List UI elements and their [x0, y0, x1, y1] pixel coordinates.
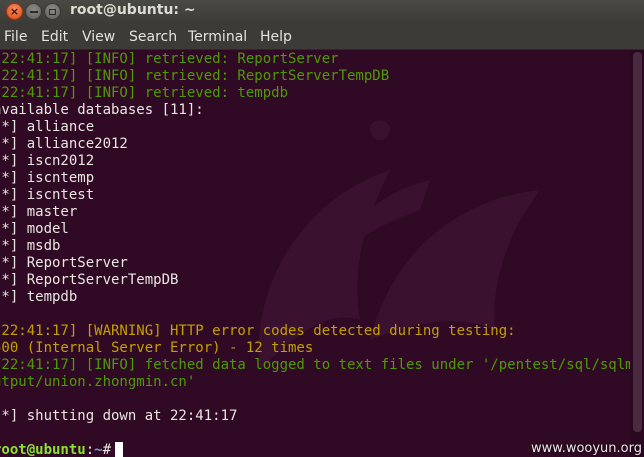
terminal-line: [*] master [0, 204, 78, 220]
terminal-output[interactable]: [22:41:17] [INFO] retrieved: ReportServe… [0, 50, 644, 457]
menu-help[interactable]: Help [260, 29, 292, 45]
terminal-line: 500 (Internal Server Error) - 12 times [0, 340, 314, 356]
prompt-path: ~ [94, 442, 103, 457]
terminal-line: available databases [11]: [0, 102, 204, 118]
terminal-line: [*] tempdb [0, 289, 78, 305]
terminal-line: [*] iscntest [0, 187, 95, 203]
menu-search[interactable]: Search [129, 29, 177, 45]
prompt-symbol: # [102, 442, 112, 457]
terminal-line: [22:41:17] [WARNING] HTTP error codes de… [0, 323, 516, 339]
terminal-line: [*] iscn2012 [0, 153, 95, 169]
title-bar[interactable]: × root@ubuntu: ~ [0, 0, 644, 24]
close-glyph: × [9, 5, 20, 18]
menu-view[interactable]: View [82, 29, 115, 45]
terminal-line: [*] ReportServer [0, 255, 128, 271]
text-cursor [115, 442, 124, 457]
terminal-line: utput/union.zhongmin.cn' [0, 374, 196, 390]
terminal-line: [*] shutting down at 22:41:17 [0, 408, 238, 424]
terminal-line: [*] msdb [0, 238, 61, 254]
menu-terminal[interactable]: Terminal [188, 29, 247, 45]
terminal-line: [*] ReportServerTempDB [0, 272, 179, 288]
prompt-user-host: root@ubuntu [0, 442, 86, 457]
terminal-line: [22:41:17] [INFO] retrieved: ReportServe… [0, 51, 339, 67]
maximize-icon[interactable] [44, 3, 61, 20]
menu-file[interactable]: File [4, 29, 27, 45]
terminal-window: × root@ubuntu: ~ File Edit View Search T… [0, 0, 644, 457]
maximize-square [49, 8, 56, 15]
terminal-line: [22:41:17] [INFO] fetched data logged to… [0, 357, 644, 373]
terminal-line: [22:41:17] [INFO] retrieved: ReportServe… [0, 68, 390, 84]
prompt-separator: : [85, 442, 95, 457]
scrollbar[interactable] [630, 50, 644, 457]
terminal-line: [*] iscntemp [0, 170, 95, 186]
terminal-line: [*] model [0, 221, 69, 237]
menu-bar: File Edit View Search Terminal Help [0, 24, 644, 50]
terminal-line: [*] alliance2012 [0, 136, 128, 152]
menu-edit[interactable]: Edit [41, 29, 68, 45]
minimize-bar [29, 10, 38, 13]
close-icon[interactable]: × [6, 3, 23, 20]
minimize-icon[interactable] [25, 3, 42, 20]
terminal-line: [*] alliance [0, 119, 95, 135]
watermark-text: www.wooyun.org [530, 441, 642, 456]
terminal-line: [22:41:17] [INFO] retrieved: tempdb [0, 85, 289, 101]
terminal-lines: [22:41:17] [INFO] retrieved: ReportServe… [0, 51, 644, 457]
window-title: root@ubuntu: ~ [70, 2, 196, 18]
scrollbar-thumb[interactable] [633, 52, 642, 432]
